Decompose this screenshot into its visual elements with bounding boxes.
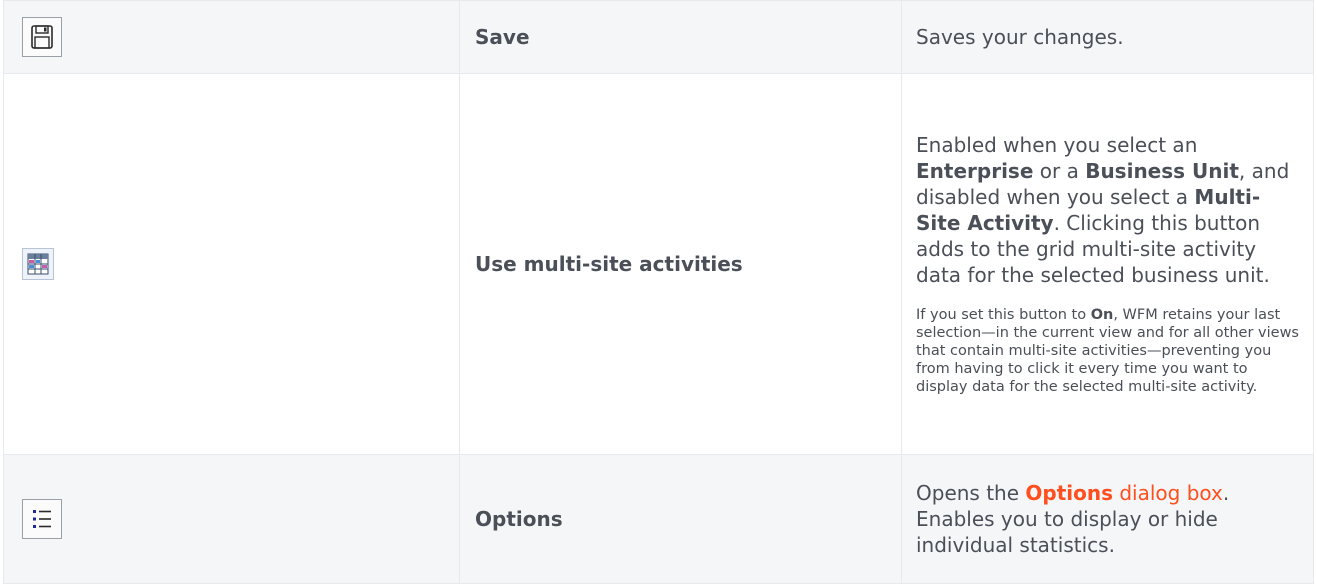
options-list-icon[interactable]: [22, 499, 62, 539]
button-description: Saves your changes.: [901, 0, 1314, 74]
icon-cell: [3, 73, 460, 455]
button-description: Enabled when you select an Enterprise or…: [901, 73, 1314, 455]
options-dialog-link[interactable]: Options dialog box: [1025, 481, 1223, 505]
enterprise-term: Enterprise: [916, 159, 1034, 183]
button-name: Save: [459, 0, 902, 74]
button-description: Opens the Options dialog box. Enables yo…: [901, 454, 1314, 584]
icon-cell: [3, 454, 460, 584]
note-paragraph: If you set this button to On, WFM retain…: [916, 307, 1299, 395]
icon-cell: [3, 0, 460, 74]
button-name: Use multi-site activities: [459, 73, 902, 455]
table-row: Save Saves your changes.: [3, 0, 1314, 74]
toolbar-buttons-table: Save Saves your changes. Use multi-site …: [3, 0, 1314, 584]
button-name: Options: [459, 454, 902, 584]
description-paragraph: Enabled when you select an Enterprise or…: [916, 133, 1290, 287]
on-term: On: [1090, 307, 1114, 323]
business-unit-term: Business Unit: [1085, 159, 1239, 183]
table-row: Use multi-site activities Enabled when y…: [3, 73, 1314, 455]
multi-site-activities-icon[interactable]: [22, 248, 54, 280]
save-icon[interactable]: [22, 17, 62, 57]
table-row: Options Opens the Options dialog box. En…: [3, 454, 1314, 584]
